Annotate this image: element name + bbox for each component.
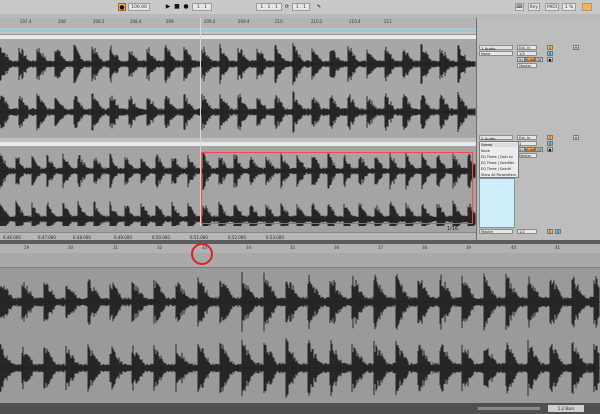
- track-2-fold[interactable]: ▾: [573, 135, 579, 140]
- track-2-title[interactable]: 2 Audio: [479, 135, 513, 141]
- arrangement-position-field[interactable]: 1 . 1 . 1: [256, 3, 282, 11]
- ruler-label: 209.4: [238, 19, 250, 24]
- track-1-device-chooser[interactable]: None: [479, 51, 513, 56]
- cpu-meter: 1 %: [562, 3, 576, 11]
- bar-length-display: 1.2 Bars: [548, 405, 584, 412]
- arrangement-view[interactable]: 207.4 208 208.2 208.4 209 209.2 209.4 21…: [0, 18, 476, 244]
- track-2-output[interactable]: Master: [517, 153, 537, 158]
- transport-toolbar: ● 106.00 ▶ ■ ● 1 . 1 1 . 1 . 1 ⟳ 1 . 1 ✎…: [0, 0, 600, 15]
- track-2-input-channel[interactable]: 1: [517, 141, 537, 146]
- track-1-input-channel[interactable]: 1/2: [517, 51, 537, 56]
- detail-zoom-scrollbar[interactable]: [478, 407, 540, 410]
- menu-item-gain-mid[interactable]: EQ Three | GainMid: [481, 161, 514, 165]
- detail-ruler-label: 29: [24, 245, 30, 250]
- detail-ruler-label: 37: [378, 245, 384, 250]
- ruler-label: 210.4: [349, 19, 361, 24]
- stop-icon[interactable]: ■: [173, 3, 181, 11]
- loop-brace-bar[interactable]: [0, 28, 476, 35]
- master-output[interactable]: 1/2: [517, 229, 537, 234]
- track-1-output[interactable]: Master: [517, 63, 537, 68]
- detail-ruler-label: 34: [246, 245, 252, 250]
- detail-status-bar: 1.2 Bars: [0, 403, 600, 414]
- master-activator[interactable]: 0: [547, 229, 553, 234]
- detail-ruler-label: 31: [113, 245, 119, 250]
- track-1-input-type[interactable]: Ext. In: [517, 45, 537, 50]
- menu-item-none[interactable]: None: [481, 149, 490, 153]
- clip-detail-view[interactable]: 29 30 31 32 33 34 35 36 37 38 39 40 41 1…: [0, 244, 600, 414]
- track-1-fold[interactable]: ▾: [573, 45, 579, 50]
- track-1-solo[interactable]: S: [547, 51, 553, 56]
- track-1-monitor-in[interactable]: In: [517, 57, 525, 62]
- annotation-circle: [191, 243, 213, 265]
- loop-brace[interactable]: [0, 29, 476, 32]
- track-2-arm[interactable]: ●: [547, 147, 553, 152]
- midi-indicator: [582, 3, 592, 11]
- play-icon[interactable]: ▶: [164, 3, 172, 11]
- track-2-lane[interactable]: [479, 178, 515, 228]
- time-signature-field[interactable]: 1 . 1: [192, 3, 212, 11]
- ruler-label: 210.2: [311, 19, 323, 24]
- midi-map-button[interactable]: MIDI: [545, 3, 559, 11]
- record-icon[interactable]: ●: [182, 3, 190, 11]
- detail-ruler-label: 38: [422, 245, 428, 250]
- track-1-activator[interactable]: 1: [547, 45, 553, 50]
- ruler-label: 208: [58, 19, 66, 24]
- track-1-arm[interactable]: ●: [547, 57, 553, 62]
- ruler-label: 209: [166, 19, 174, 24]
- track-controls-panel: 1 Audio None Ext. In 1/2 In Auto Off Mas…: [476, 18, 600, 240]
- key-map-button[interactable]: Key: [528, 3, 540, 11]
- clip-1-waveform[interactable]: [0, 39, 476, 137]
- ruler-label: 208.2: [93, 19, 105, 24]
- track-2-input-type[interactable]: Ext. In: [517, 135, 537, 140]
- detail-ruler-label: 40: [511, 245, 517, 250]
- insert-marker: [200, 18, 201, 240]
- detail-ruler-label: 36: [334, 245, 340, 250]
- detail-ruler-label: 30: [68, 245, 74, 250]
- ruler-label: 208.4: [130, 19, 142, 24]
- menu-item-device[interactable]: Sweep: [481, 143, 517, 147]
- ruler-label: 210: [275, 19, 283, 24]
- computer-keyboard-button[interactable]: ⌨: [515, 3, 524, 11]
- track-2-monitor-off[interactable]: Off: [535, 147, 543, 152]
- metronome-button[interactable]: ●: [118, 3, 126, 11]
- detail-ruler-label: 35: [290, 245, 296, 250]
- track-2-solo[interactable]: S: [547, 141, 553, 146]
- menu-item-gain-lo[interactable]: EQ Three | Gain Lo: [481, 155, 513, 159]
- ruler-label: 209.2: [204, 19, 216, 24]
- automation-chooser-menu[interactable]: Sweep None EQ Three | Gain Lo EQ Three |…: [479, 141, 519, 178]
- ruler-label: 211: [384, 19, 392, 24]
- ruler-label: 207.4: [20, 19, 32, 24]
- warp-marker-lane[interactable]: [0, 253, 600, 268]
- draw-mode-icon[interactable]: ✎: [315, 3, 323, 11]
- master-solo[interactable]: S: [555, 229, 561, 234]
- menu-item-gain-hi[interactable]: EQ Three | GainHi: [481, 167, 511, 171]
- detail-ruler-label: 41: [555, 245, 561, 250]
- track-1-monitor-off[interactable]: Off: [535, 57, 543, 62]
- track-2-monitor-auto[interactable]: Auto: [525, 147, 535, 152]
- master-track-title[interactable]: Master: [479, 229, 513, 234]
- track-1-title[interactable]: 1 Audio: [479, 45, 513, 51]
- track-2-activator[interactable]: 2: [547, 135, 553, 140]
- tempo-field[interactable]: 106.00: [128, 3, 150, 11]
- loop-icon[interactable]: ⟳: [283, 3, 291, 11]
- detail-ruler-label: 39: [466, 245, 472, 250]
- track-1-monitor-auto[interactable]: Auto: [525, 57, 535, 62]
- detail-waveform[interactable]: [0, 268, 600, 403]
- detail-ruler-label: 32: [157, 245, 163, 250]
- loop-length-field[interactable]: 1 . 1: [292, 3, 310, 11]
- menu-item-show-all[interactable]: Show All Parameters: [481, 173, 516, 177]
